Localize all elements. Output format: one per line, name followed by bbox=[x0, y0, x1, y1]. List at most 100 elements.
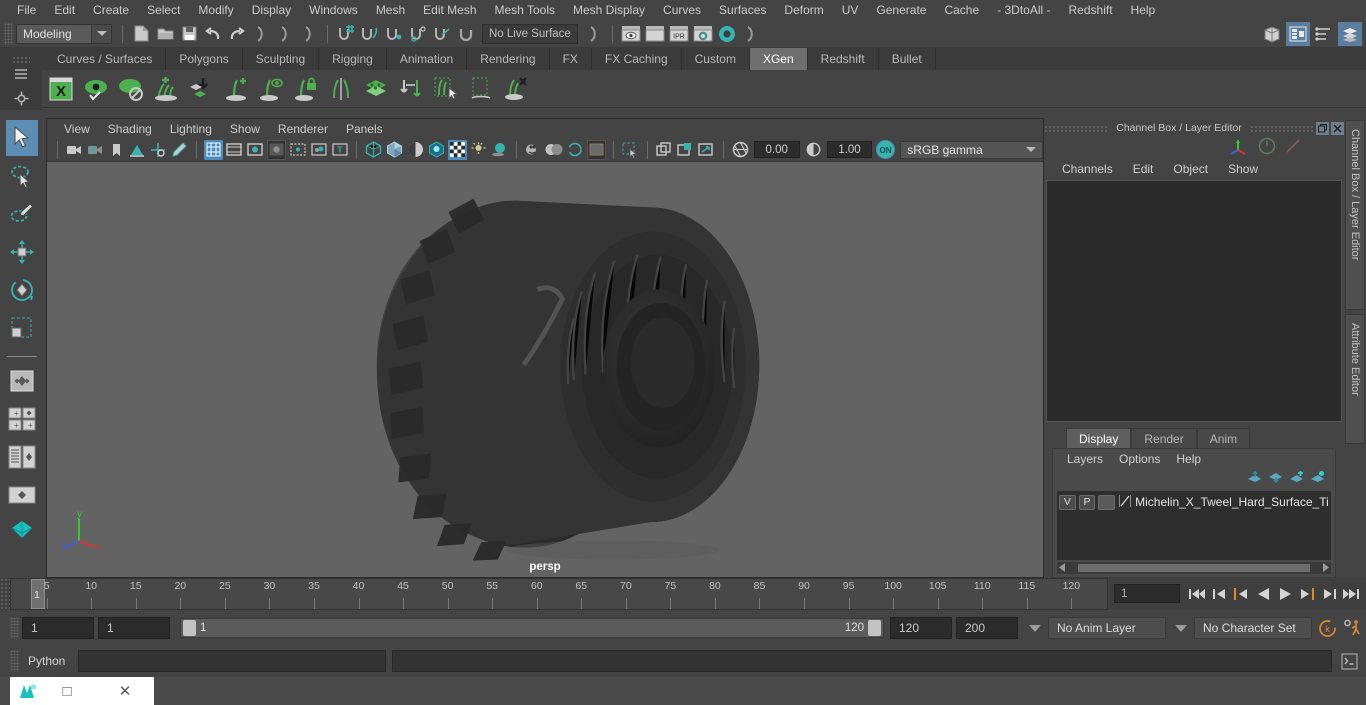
scrollbar-thumb[interactable] bbox=[1078, 564, 1310, 572]
time-slider-track[interactable]: 1 5 10 15 20 25 30 35 40 45 50 55 60 65 70 75 80 85 90 95 1… bbox=[10, 578, 1108, 610]
undo-icon[interactable] bbox=[202, 23, 224, 45]
snap-projected-center-icon[interactable] bbox=[407, 23, 429, 45]
menu-redshift[interactable]: Redshift bbox=[1060, 0, 1122, 20]
shelf-tab-custom[interactable]: Custom bbox=[681, 48, 750, 70]
shelf-tab-curves-surfaces[interactable]: Curves / Surfaces bbox=[44, 48, 167, 70]
maya-app-icon[interactable] bbox=[18, 681, 38, 701]
shelf-tab-rendering[interactable]: Rendering bbox=[467, 48, 550, 70]
move-layer-down-icon[interactable] bbox=[1268, 471, 1283, 487]
command-language-label[interactable]: Python bbox=[22, 654, 78, 668]
panel-undock-icon[interactable] bbox=[1316, 121, 1329, 135]
film-gate-icon[interactable] bbox=[225, 140, 244, 160]
select-hierarchy-mask2-icon[interactable] bbox=[740, 23, 762, 45]
show-hide-tool-settings-icon[interactable] bbox=[1312, 22, 1336, 46]
camera-attributes-icon[interactable] bbox=[86, 140, 105, 160]
channel-menu-object[interactable]: Object bbox=[1163, 162, 1218, 176]
viewport-menu-show[interactable]: Show bbox=[221, 122, 269, 136]
menu-select[interactable]: Select bbox=[138, 0, 189, 20]
step-forward-frame-icon[interactable] bbox=[1296, 581, 1318, 607]
menu-file[interactable]: File bbox=[8, 0, 45, 20]
menu-mesh[interactable]: Mesh bbox=[367, 0, 414, 20]
safe-title-icon[interactable]: T bbox=[330, 140, 349, 160]
hypershade-icon[interactable] bbox=[716, 23, 738, 45]
anim-end-time-field[interactable]: 200 bbox=[956, 617, 1018, 639]
show-hide-modeling-toolkit-icon[interactable] bbox=[1260, 22, 1284, 46]
shelf-tab-bullet[interactable]: Bullet bbox=[878, 48, 936, 70]
view-transform-arrow[interactable] bbox=[1020, 147, 1042, 152]
select-marquee-icon[interactable] bbox=[621, 140, 640, 160]
quick-layout-outliner-icon[interactable] bbox=[6, 439, 38, 475]
multisample-icon[interactable] bbox=[545, 140, 564, 160]
range-slider[interactable]: 1 120 bbox=[180, 618, 884, 638]
grid-toggle-icon[interactable] bbox=[203, 139, 223, 160]
shelf-tab-polygons[interactable]: Polygons bbox=[166, 48, 243, 70]
create-new-layer-icon[interactable] bbox=[1289, 471, 1304, 487]
menu-mesh-tools[interactable]: Mesh Tools bbox=[486, 0, 564, 20]
isolate-select-icon[interactable] bbox=[586, 139, 607, 160]
menu-create[interactable]: Create bbox=[84, 0, 138, 20]
select-camera-icon[interactable] bbox=[65, 140, 84, 160]
color-management-toggle-icon[interactable]: ON bbox=[876, 140, 896, 159]
anim-start-time-field[interactable]: 1 bbox=[22, 617, 94, 639]
move-tool[interactable] bbox=[6, 234, 38, 270]
select-hierarchy-mask-icon[interactable] bbox=[583, 23, 605, 45]
screen-space-ao-icon[interactable] bbox=[490, 140, 509, 160]
xgen-import-collection-icon[interactable] bbox=[184, 72, 218, 106]
xray-active-components-icon[interactable] bbox=[697, 140, 716, 160]
select-hierarchy-icon[interactable] bbox=[250, 23, 272, 45]
show-hide-attribute-editor-icon[interactable] bbox=[1286, 22, 1310, 46]
viewport-menu-view[interactable]: View bbox=[55, 122, 99, 136]
xray-joints-icon[interactable] bbox=[676, 140, 695, 160]
time-slider-grip[interactable] bbox=[0, 578, 10, 610]
shaded-wireframe-icon[interactable] bbox=[406, 140, 425, 160]
xgen-add-guide-icon[interactable] bbox=[219, 72, 253, 106]
quick-layout-single-icon[interactable] bbox=[6, 363, 38, 399]
xgen-select-guides-icon[interactable] bbox=[429, 72, 463, 106]
xgen-add-description-icon[interactable] bbox=[149, 72, 183, 106]
menu-help[interactable]: Help bbox=[1122, 0, 1165, 20]
layer-tab-anim[interactable]: Anim bbox=[1196, 428, 1251, 448]
play-backwards-icon[interactable] bbox=[1252, 581, 1274, 607]
script-editor-icon[interactable] bbox=[1338, 650, 1360, 672]
xgen-lock-guide-icon[interactable] bbox=[289, 72, 323, 106]
render-frame-icon[interactable] bbox=[644, 23, 666, 45]
channel-slider-icon[interactable] bbox=[1284, 137, 1302, 158]
create-layer-from-selection-icon[interactable] bbox=[1310, 471, 1325, 487]
restore-window-button[interactable]: □ bbox=[38, 683, 96, 700]
step-forward-keyframe-icon[interactable] bbox=[1318, 581, 1340, 607]
layer-tab-display[interactable]: Display bbox=[1066, 428, 1132, 448]
current-frame-field[interactable]: 1 bbox=[1114, 584, 1180, 603]
snap-point-icon[interactable] bbox=[383, 23, 405, 45]
shelf-options-gear-icon[interactable] bbox=[14, 91, 29, 109]
layer-list-scrollbar[interactable] bbox=[1057, 562, 1331, 574]
viewport-menu-lighting[interactable]: Lighting bbox=[161, 122, 221, 136]
shelf-tab-xgen[interactable]: XGen bbox=[749, 48, 808, 70]
bookmark-icon[interactable] bbox=[107, 140, 126, 160]
xgen-editor-icon[interactable]: X bbox=[44, 72, 78, 106]
menu-3dtoall[interactable]: - 3DtoAll - bbox=[988, 0, 1059, 20]
show-hide-channel-box-icon[interactable] bbox=[1338, 22, 1362, 46]
menu-modify[interactable]: Modify bbox=[189, 0, 242, 20]
select-tool[interactable] bbox=[6, 120, 38, 156]
quick-layout-hypershade-icon[interactable] bbox=[6, 515, 38, 551]
status-line-grip[interactable] bbox=[4, 22, 13, 45]
shelf-grip[interactable] bbox=[12, 56, 30, 64]
range-slider-grip[interactable] bbox=[10, 617, 19, 639]
playback-start-time-field[interactable]: 1 bbox=[98, 617, 170, 639]
exposure-field[interactable]: 0.00 bbox=[753, 141, 800, 158]
motion-blur-icon[interactable] bbox=[524, 140, 543, 160]
close-window-button[interactable]: ✕ bbox=[96, 682, 154, 700]
character-set-selector[interactable]: No Character Set bbox=[1194, 617, 1312, 639]
render-settings-icon[interactable] bbox=[692, 23, 714, 45]
scale-tool[interactable] bbox=[6, 310, 38, 346]
shelf-tab-redshift[interactable]: Redshift bbox=[807, 48, 879, 70]
snap-curve-icon[interactable] bbox=[359, 23, 381, 45]
command-output-field[interactable] bbox=[392, 650, 1332, 672]
snap-grid-icon[interactable] bbox=[335, 23, 357, 45]
image-plane-icon[interactable] bbox=[128, 140, 147, 160]
save-scene-icon[interactable] bbox=[178, 23, 200, 45]
viewport-menu-shading[interactable]: Shading bbox=[99, 122, 161, 136]
play-forwards-icon[interactable] bbox=[1274, 581, 1296, 607]
go-to-start-icon[interactable] bbox=[1186, 581, 1208, 607]
layer-playback-toggle[interactable]: P bbox=[1078, 494, 1096, 510]
